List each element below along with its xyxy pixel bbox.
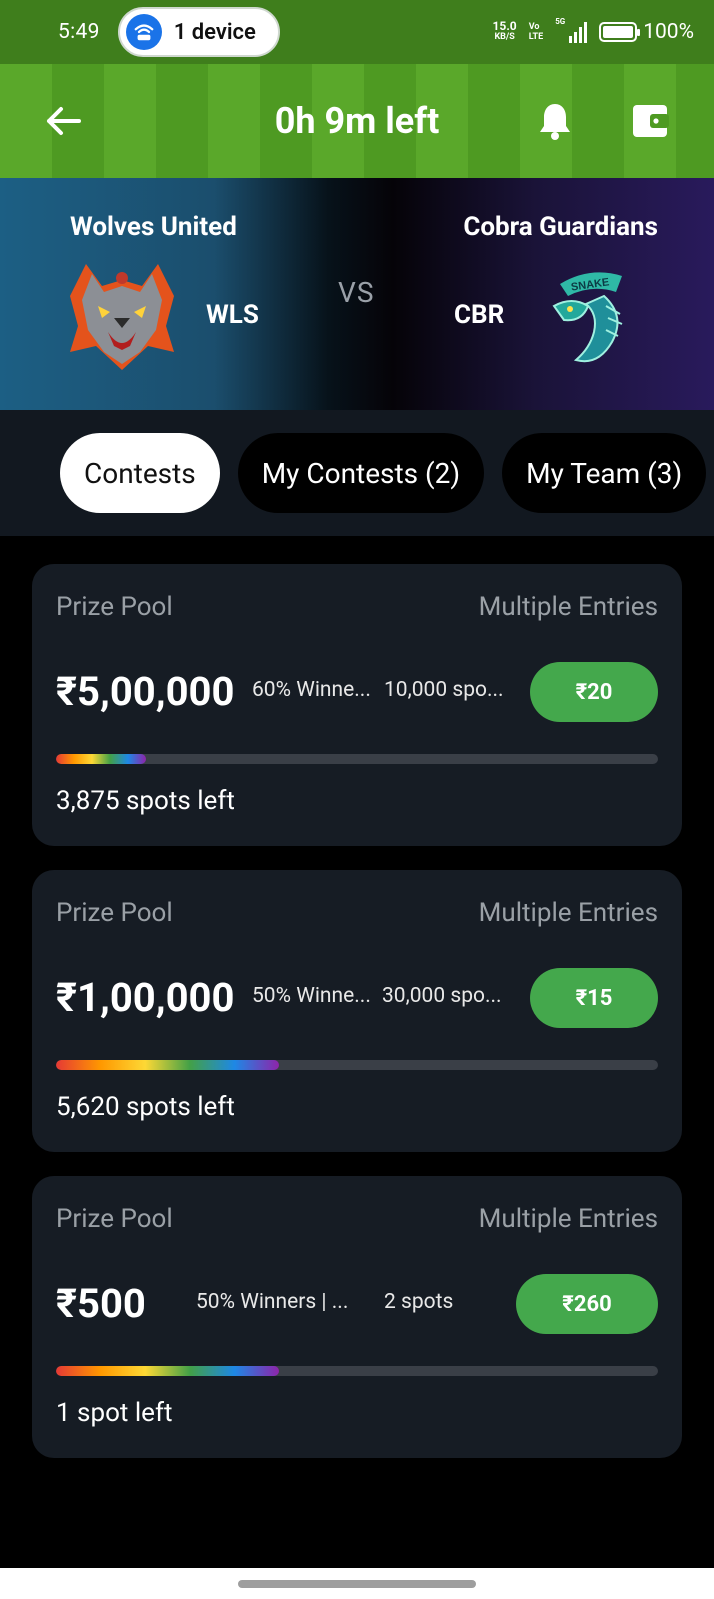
entry-fee-button[interactable]: ₹15 bbox=[530, 968, 658, 1028]
bell-icon bbox=[540, 104, 570, 140]
prize-pool-label: Prize Pool bbox=[56, 1204, 173, 1234]
battery-indicator: 100% bbox=[599, 20, 694, 44]
entry-type: Multiple Entries bbox=[478, 1204, 658, 1234]
hotspot-label: 1 device bbox=[173, 19, 256, 45]
back-arrow-icon bbox=[47, 107, 81, 135]
network-type: 5G bbox=[555, 17, 566, 26]
spots-left: 5,620 spots left bbox=[56, 1092, 235, 1122]
net-speed-value: 15.0 bbox=[492, 19, 517, 33]
battery-percent: 100% bbox=[643, 20, 694, 44]
volte-top: Vo bbox=[528, 22, 540, 32]
entry-fee-button[interactable]: ₹260 bbox=[516, 1274, 658, 1334]
winners-percent: 60% Winne... bbox=[252, 678, 371, 702]
prize-amount: ₹5,00,000 bbox=[56, 668, 235, 715]
contest-card[interactable]: Prize Pool Multiple Entries ₹1,00,000 50… bbox=[32, 870, 682, 1152]
entry-type: Multiple Entries bbox=[478, 592, 658, 622]
status-time: 5:49 bbox=[58, 20, 100, 44]
contest-card[interactable]: Prize Pool Multiple Entries ₹500 50% Win… bbox=[32, 1176, 682, 1458]
entry-type: Multiple Entries bbox=[478, 898, 658, 928]
team2-name: Cobra Guardians bbox=[463, 212, 658, 242]
spots-left: 3,875 spots left bbox=[56, 786, 235, 816]
tab-my-contests[interactable]: My Contests (2) bbox=[237, 433, 485, 513]
wallet-icon bbox=[633, 105, 669, 137]
net-speed: 15.0 KB/S bbox=[492, 19, 517, 43]
notifications-button[interactable] bbox=[532, 96, 578, 146]
home-gesture-handle[interactable] bbox=[238, 1579, 476, 1588]
status-icons: 15.0 KB/S Vo LTE 5G 100% bbox=[492, 17, 694, 44]
spots-progress-bar bbox=[56, 1366, 658, 1376]
wallet-button[interactable] bbox=[628, 96, 674, 146]
winners-percent: 50% Winne... bbox=[252, 984, 371, 1008]
prize-amount: ₹1,00,000 bbox=[56, 974, 235, 1021]
total-spots: 2 spots bbox=[384, 1290, 454, 1314]
back-button[interactable] bbox=[40, 98, 86, 144]
countdown-title: 0h 9m left bbox=[274, 100, 440, 142]
spots-progress-bar bbox=[56, 1060, 658, 1070]
spots-progress-fill bbox=[56, 1366, 279, 1376]
prize-pool-label: Prize Pool bbox=[56, 592, 173, 622]
contest-tabs: Contests My Contests (2) My Team (3) bbox=[0, 410, 714, 536]
battery-icon bbox=[599, 22, 641, 42]
prize-pool-label: Prize Pool bbox=[56, 898, 173, 928]
volte-bottom: LTE bbox=[528, 32, 544, 42]
wolf-logo-icon bbox=[70, 264, 174, 370]
tab-contests[interactable]: Contests bbox=[60, 433, 220, 513]
total-spots: 30,000 spo... bbox=[382, 984, 502, 1008]
match-banner: Wolves United Cobra Guardians WLS VS CBR… bbox=[0, 178, 714, 410]
team2-code: CBR bbox=[454, 300, 505, 330]
hotspot-icon bbox=[125, 14, 162, 50]
net-speed-unit: KB/S bbox=[494, 32, 515, 42]
spots-progress-bar bbox=[56, 754, 658, 764]
hotspot-indicator[interactable]: 1 device bbox=[117, 7, 280, 57]
spots-progress-fill bbox=[56, 754, 147, 764]
app-header: 0h 9m left bbox=[0, 64, 714, 178]
spots-progress-fill bbox=[56, 1060, 279, 1070]
entry-fee-button[interactable]: ₹20 bbox=[530, 662, 658, 722]
contest-list: Prize Pool Multiple Entries ₹5,00,000 60… bbox=[32, 564, 682, 1482]
team1-code: WLS bbox=[206, 300, 259, 330]
total-spots: 10,000 spo... bbox=[384, 678, 504, 702]
contest-card[interactable]: Prize Pool Multiple Entries ₹5,00,000 60… bbox=[32, 564, 682, 846]
tab-my-team[interactable]: My Team (3) bbox=[502, 433, 707, 513]
status-bar: 5:49 1 device 15.0 KB/S Vo LTE 5G 100% bbox=[0, 0, 714, 64]
snake-logo-icon: SNAKE bbox=[552, 272, 623, 363]
system-nav-bar bbox=[0, 1568, 714, 1599]
vs-label: VS bbox=[338, 276, 375, 309]
prize-amount: ₹500 bbox=[56, 1280, 146, 1327]
team1-name: Wolves United bbox=[70, 212, 237, 242]
spots-left: 1 spot left bbox=[56, 1398, 173, 1428]
winners-percent: 50% Winners | ... bbox=[196, 1290, 349, 1314]
signal-icon: 5G bbox=[555, 17, 588, 43]
volte-icon: Vo LTE bbox=[529, 22, 544, 42]
